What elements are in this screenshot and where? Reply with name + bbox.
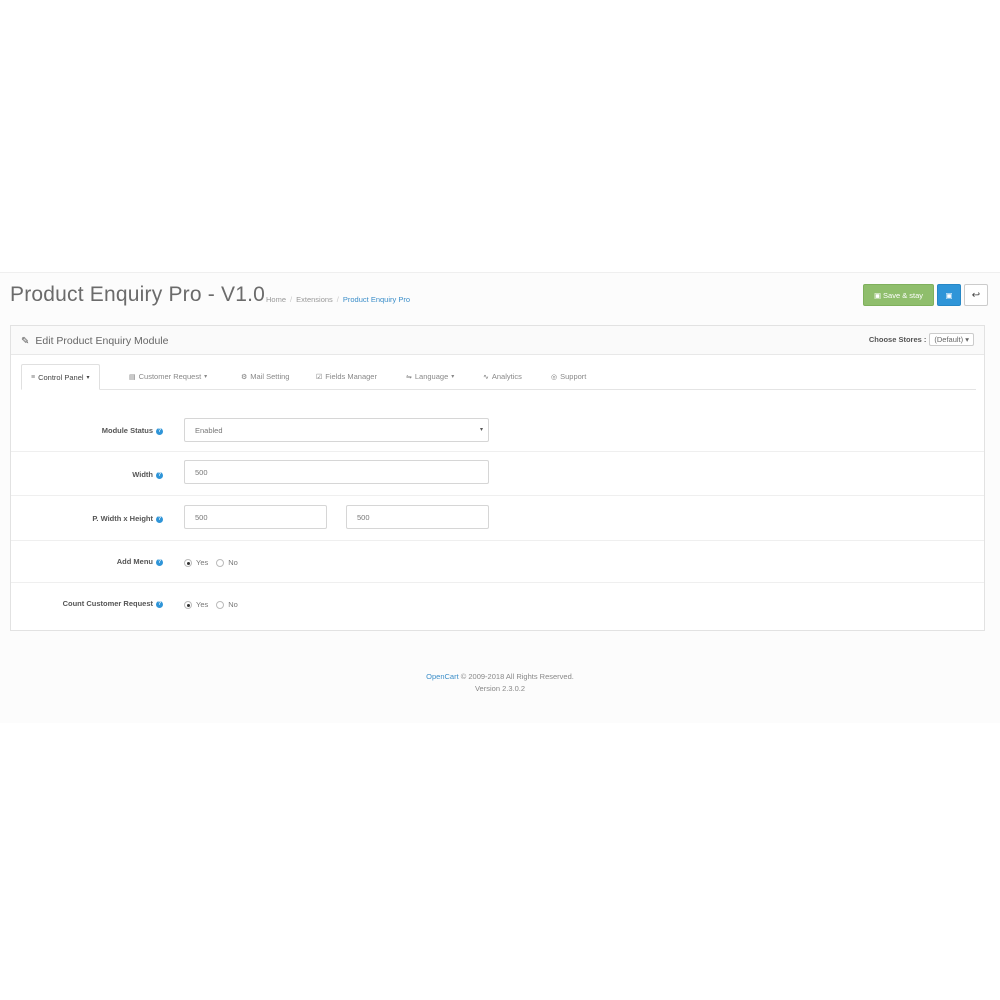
panel-title: ✎ Edit Product Enquiry Module — [21, 335, 168, 347]
back-button[interactable]: ↩ — [964, 284, 988, 306]
caret-down-icon: ▾ — [479, 427, 483, 433]
count-request-radio-group: Yes No — [184, 600, 238, 609]
tab-label: Fields Manager — [325, 372, 377, 381]
store-select[interactable]: (Default) ▾ — [929, 333, 974, 346]
help-icon[interactable]: ? — [156, 515, 163, 523]
translate-icon: ⇋ — [406, 373, 412, 381]
count-request-yes-radio[interactable] — [184, 600, 192, 609]
header-buttons: ▣ Save & stay ▣ ↩ — [863, 284, 988, 306]
caret-down-icon: ▾ — [86, 374, 90, 381]
width-value: 500 — [195, 467, 208, 477]
add-menu-yes-radio[interactable] — [184, 558, 192, 567]
tab-customer-request[interactable]: ▤ Customer Request ▾ — [129, 364, 207, 389]
popup-width-value: 500 — [195, 512, 208, 522]
tab-mail-setting[interactable]: ⚙ Mail Setting — [241, 364, 289, 389]
radio-label-yes: Yes — [196, 558, 209, 567]
form-row-popup-size: P. Width x Height? 500 500 — [11, 495, 984, 541]
breadcrumb-current[interactable]: Product Enquiry Pro — [343, 295, 410, 304]
breadcrumb: Home / Extensions / Product Enquiry Pro — [266, 295, 410, 304]
caret-down-icon: ▾ — [451, 374, 455, 380]
form-row-count-request: Count Customer Request? Yes No — [11, 582, 984, 630]
label-text: P. Width x Height — [92, 514, 153, 523]
tab-analytics[interactable]: ∿ Analytics — [483, 364, 522, 389]
reply-icon: ↩ — [971, 289, 981, 301]
tab-label: Mail Setting — [250, 372, 290, 381]
module-status-label: Module Status? — [102, 426, 163, 435]
form-row-width: Width? 500 — [11, 451, 984, 496]
checkbox-icon: ☑ — [316, 373, 323, 381]
add-menu-no-radio[interactable] — [216, 558, 225, 567]
list-icon: ▤ — [129, 373, 136, 381]
opencart-link[interactable]: OpenCart — [426, 672, 459, 681]
label-text: Module Status — [101, 426, 153, 435]
tab-label: Control Panel — [38, 372, 84, 382]
add-menu-label: Add Menu? — [117, 557, 163, 566]
form-row-module-status: Module Status? Enabled ▾ — [11, 406, 984, 452]
radio-label-yes: Yes — [196, 600, 209, 609]
help-icon[interactable]: ? — [156, 600, 163, 608]
lifebuoy-icon: ◎ — [551, 373, 558, 381]
store-chooser: Choose Stores : (Default) ▾ — [869, 333, 974, 346]
popup-height-input[interactable]: 500 — [346, 505, 489, 529]
module-status-value: Enabled — [195, 425, 223, 435]
breadcrumb-separator: / — [290, 295, 293, 304]
popup-height-value: 500 — [357, 512, 370, 522]
width-input[interactable]: 500 — [184, 460, 489, 484]
breadcrumb-extensions[interactable]: Extensions — [296, 295, 333, 304]
page-header: Product Enquiry Pro - V1.0 Home / Extensio… — [10, 283, 990, 313]
label-text: Count Customer Request — [62, 599, 153, 608]
save-and-stay-label: Save & stay — [883, 290, 924, 300]
popup-size-label: P. Width x Height? — [92, 514, 163, 523]
copyright-text: © 2009-2018 All Rights Reserved. — [460, 672, 574, 681]
panel-heading: ✎ Edit Product Enquiry Module Choose Stor… — [11, 326, 984, 355]
footer-version: Version 2.3.0.2 — [474, 684, 526, 693]
popup-width-input[interactable]: 500 — [184, 505, 327, 529]
tab-language[interactable]: ⇋ Language ▾ — [406, 364, 454, 389]
line-chart-icon: ∿ — [483, 373, 489, 381]
edit-module-panel: ✎ Edit Product Enquiry Module Choose Stor… — [10, 325, 985, 631]
tab-fields-manager[interactable]: ☑ Fields Manager — [316, 364, 377, 389]
store-select-value: (Default) — [934, 335, 964, 344]
tab-label: Support — [560, 372, 587, 381]
tab-label: Customer Request — [138, 372, 202, 381]
save-and-stay-button[interactable]: ▣ Save & stay — [863, 284, 934, 306]
panel-title-text: Edit Product Enquiry Module — [35, 335, 169, 347]
caret-down-icon: ▾ — [965, 335, 969, 344]
count-request-label: Count Customer Request? — [63, 599, 163, 608]
radio-label-no: No — [228, 600, 238, 609]
save-button[interactable]: ▣ — [937, 284, 961, 306]
sliders-icon: ≡ — [31, 373, 36, 381]
help-icon[interactable]: ? — [156, 471, 163, 479]
store-chooser-label: Choose Stores : — [868, 335, 927, 344]
radio-label-no: No — [228, 558, 238, 567]
breadcrumb-separator: / — [336, 295, 339, 304]
form-row-add-menu: Add Menu? Yes No — [11, 540, 984, 583]
tab-label: Language — [414, 372, 449, 381]
count-request-no-radio[interactable] — [216, 600, 225, 609]
footer: OpenCart © 2009-2018 All Rights Reserved… — [0, 671, 1000, 695]
page-title: Product Enquiry Pro - V1.0 — [10, 283, 265, 306]
help-icon[interactable]: ? — [156, 558, 163, 566]
floppy-icon: ▣ — [873, 290, 882, 300]
pencil-icon: ✎ — [21, 336, 30, 347]
footer-copyright: OpenCart © 2009-2018 All Rights Reserved… — [0, 671, 1000, 683]
tab-support[interactable]: ◎ Support — [551, 364, 586, 389]
add-menu-radio-group: Yes No — [184, 558, 238, 567]
gear-icon: ⚙ — [241, 373, 248, 381]
caret-down-icon: ▾ — [204, 374, 208, 380]
screenshot-frame: Product Enquiry Pro - V1.0 Home / Extensio… — [0, 272, 1000, 723]
tab-label: Analytics — [491, 372, 522, 381]
width-label: Width? — [132, 470, 163, 479]
module-status-select[interactable]: Enabled ▾ — [184, 418, 489, 442]
help-icon[interactable]: ? — [156, 427, 163, 435]
module-tabs: ≡ Control Panel ▾ ▤ Customer Request ▾ ⚙ Mail… — [21, 364, 976, 390]
tab-control-panel[interactable]: ≡ Control Panel ▾ — [21, 364, 100, 390]
label-text: Add Menu — [116, 557, 153, 566]
label-text: Width — [132, 470, 153, 479]
floppy-icon: ▣ — [945, 290, 953, 300]
breadcrumb-home[interactable]: Home — [266, 295, 286, 304]
